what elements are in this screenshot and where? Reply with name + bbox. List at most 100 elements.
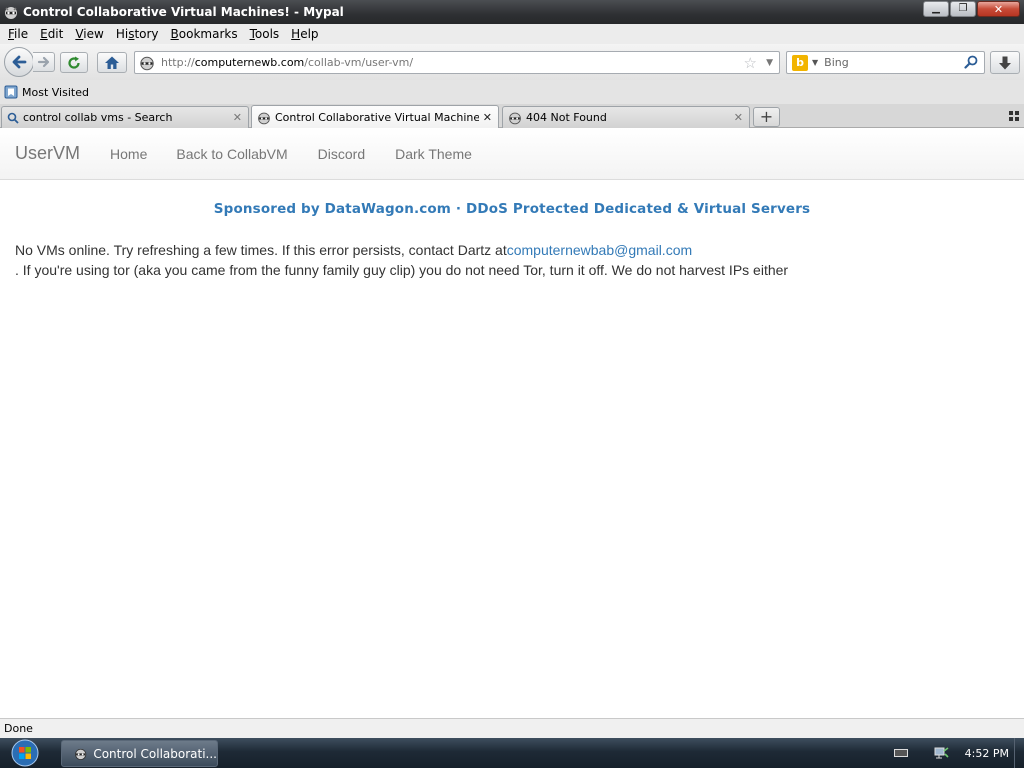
nav-link-home[interactable]: Home	[110, 146, 147, 162]
raccoon-app-icon	[5, 7, 17, 19]
home-icon	[105, 56, 119, 69]
minimize-button[interactable]: ▁	[923, 1, 949, 17]
menu-bookmarks-accesskey: B	[170, 27, 179, 41]
status-text: Done	[4, 722, 33, 735]
url-history-dropdown-icon[interactable]: ▼	[766, 55, 773, 71]
page-content: UserVM Home Back to CollabVM Discord Dar…	[0, 128, 1024, 718]
menu-history-label: tory	[134, 27, 159, 41]
menu-edit[interactable]: Edit	[34, 24, 69, 44]
close-tab-icon[interactable]: ✕	[233, 111, 242, 124]
site-navbar: UserVM Home Back to CollabVM Discord Dar…	[0, 128, 1024, 180]
tab-search[interactable]: control collab vms - Search ✕	[1, 106, 249, 128]
downloads-button[interactable]	[990, 51, 1020, 74]
address-bar[interactable]: http://computernewb.com/collab-vm/user-v…	[134, 51, 780, 74]
list-all-tabs-icon[interactable]	[1009, 111, 1019, 121]
menu-bookmarks-label: ookmarks	[178, 27, 238, 41]
grid-dot	[1015, 111, 1019, 115]
window-title: Control Collaborative Virtual Machines! …	[23, 5, 344, 19]
site-brand[interactable]: UserVM	[15, 143, 80, 164]
keyboard-icon[interactable]	[893, 749, 908, 757]
message-text: No VMs online. Try refreshing a few time…	[15, 242, 507, 258]
taskbar: Control Collaborati... 4:52 PM	[0, 738, 1024, 768]
bing-engine-icon[interactable]: b	[792, 54, 808, 71]
message-text-continued: . If you're using tor (aka you came from…	[15, 262, 789, 278]
menu-bar: File Edit View History Bookmarks Tools H…	[0, 24, 1024, 44]
raccoon-icon	[75, 748, 87, 760]
home-button[interactable]	[97, 52, 127, 73]
menu-bookmarks[interactable]: Bookmarks	[165, 24, 244, 44]
nav-link-dark-theme[interactable]: Dark Theme	[395, 146, 472, 162]
show-desktop-button[interactable]	[1014, 738, 1024, 768]
search-bar[interactable]: b ▼ Bing	[786, 51, 985, 74]
reload-button[interactable]	[60, 52, 88, 73]
url-host: computernewb.com	[194, 56, 305, 69]
menu-file-label: ile	[14, 27, 29, 41]
window-controls: ▁ ❐ ✕	[923, 1, 1020, 17]
menu-help-accesskey: H	[291, 27, 301, 41]
url-protocol: http://	[161, 56, 195, 69]
menu-edit-accesskey: E	[40, 27, 48, 41]
start-button[interactable]	[6, 739, 44, 767]
bookmark-label: Most Visited	[22, 85, 89, 99]
url-text[interactable]: http://computernewb.com/collab-vm/user-v…	[161, 56, 413, 69]
nav-link-back-to-collabvm[interactable]: Back to CollabVM	[176, 146, 287, 162]
status-bar: Done	[0, 718, 1024, 738]
bookmark-most-visited[interactable]: Most Visited	[4, 85, 89, 99]
search-input[interactable]: Bing	[824, 56, 849, 69]
close-window-button[interactable]: ✕	[977, 1, 1020, 17]
site-identity-icon[interactable]	[139, 55, 155, 71]
bookmark-star-icon[interactable]: ☆	[744, 54, 757, 72]
window-titlebar: Control Collaborative Virtual Machines! …	[0, 0, 1024, 24]
menu-history-prefix: Hi	[115, 27, 129, 41]
menu-view[interactable]: View	[69, 24, 109, 44]
taskbar-window-button[interactable]: Control Collaborati...	[61, 740, 218, 767]
raccoon-icon	[509, 112, 521, 124]
system-tray: 4:52 PM	[893, 738, 1024, 768]
status-message: No VMs online. Try refreshing a few time…	[15, 240, 1024, 280]
restore-icon: ❐	[958, 3, 968, 14]
menu-file[interactable]: File	[2, 24, 34, 44]
tab-strip: control collab vms - Search ✕ Control Co…	[0, 104, 1024, 129]
grid-dot	[1009, 117, 1013, 121]
grid-dot	[1015, 117, 1019, 121]
raccoon-icon	[258, 112, 270, 124]
nav-link-discord[interactable]: Discord	[318, 146, 365, 162]
menu-help[interactable]: Help	[285, 24, 324, 44]
search-icon	[7, 112, 19, 124]
maximize-button[interactable]: ❐	[950, 1, 976, 17]
forward-button[interactable]	[33, 52, 55, 72]
menu-tools[interactable]: Tools	[244, 24, 286, 44]
back-button[interactable]	[4, 47, 34, 77]
bookmarks-folder-icon	[4, 85, 18, 99]
sponsor-link[interactable]: Sponsored by DataWagon.com · DDoS Protec…	[0, 201, 1024, 217]
bookmarks-toolbar: Most Visited	[0, 80, 1024, 104]
grid-dot	[1009, 111, 1013, 115]
back-arrow-icon	[12, 55, 27, 69]
network-icon[interactable]	[933, 745, 949, 761]
menu-history[interactable]: History	[110, 24, 165, 44]
tab-label: 404 Not Found	[526, 111, 607, 124]
engine-dropdown-icon[interactable]: ▼	[812, 58, 818, 67]
tab-collabvm[interactable]: Control Collaborative Virtual Machines! …	[251, 105, 499, 129]
download-arrow-icon	[999, 56, 1011, 69]
contact-email-link[interactable]: computernewbab@gmail.com	[507, 242, 692, 258]
menu-help-label: elp	[300, 27, 319, 41]
forward-arrow-icon	[37, 56, 49, 68]
reload-icon	[68, 56, 80, 69]
close-tab-icon[interactable]: ✕	[483, 111, 492, 124]
tab-404[interactable]: 404 Not Found ✕	[502, 106, 750, 128]
clock[interactable]: 4:52 PM	[965, 747, 1009, 760]
minimize-icon: ▁	[932, 3, 940, 14]
menu-edit-label: dit	[47, 27, 64, 41]
url-path: /collab-vm/user-vm/	[304, 56, 414, 69]
search-icon[interactable]	[964, 55, 978, 69]
close-icon: ✕	[993, 2, 1004, 16]
taskbar-window-label: Control Collaborati...	[93, 746, 217, 761]
tab-label: control collab vms - Search	[23, 111, 173, 124]
windows-start-icon	[11, 739, 39, 767]
close-tab-icon[interactable]: ✕	[734, 111, 743, 124]
navigation-toolbar: http://computernewb.com/collab-vm/user-v…	[0, 44, 1024, 80]
tab-label: Control Collaborative Virtual Machines!	[275, 111, 479, 124]
new-tab-button[interactable]: +	[753, 107, 780, 127]
menu-view-label: iew	[83, 27, 104, 41]
